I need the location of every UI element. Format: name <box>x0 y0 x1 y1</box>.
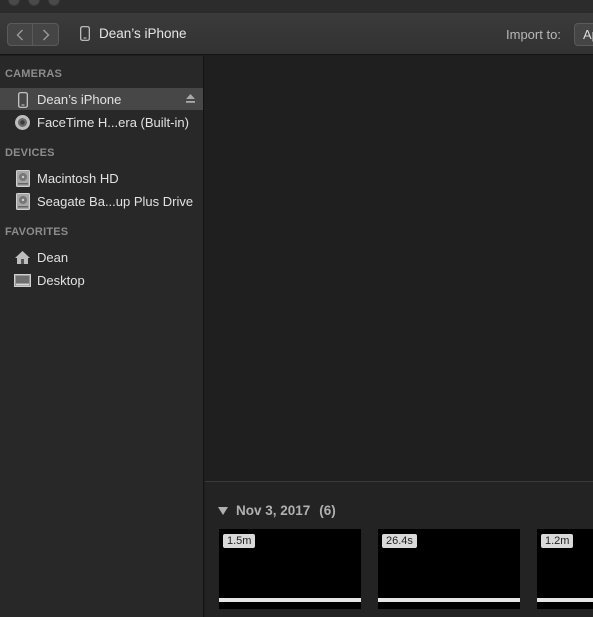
iphone-icon <box>14 91 31 108</box>
chevron-right-icon <box>42 29 49 40</box>
device-title-label: Dean’s iPhone <box>99 26 187 41</box>
date-group-header[interactable]: Nov 3, 2017 (6) <box>218 503 336 518</box>
hard-drive-icon <box>14 170 31 187</box>
section-header-cameras: CAMERAS <box>5 68 63 80</box>
title-bar <box>0 0 593 13</box>
sidebar-item-dean[interactable]: Dean <box>0 246 203 268</box>
sidebar-item-label: Dean’s iPhone <box>37 92 122 107</box>
thumbnail-bar <box>219 598 361 602</box>
desktop-icon <box>14 272 31 289</box>
sidebar-item-label: Desktop <box>37 273 85 288</box>
toolbar: Dean’s iPhone Import to: Applications <box>0 13 593 55</box>
sidebar-item-label: Dean <box>37 250 69 265</box>
camera-icon <box>14 114 31 131</box>
sidebar-item-seagate-drive[interactable]: Seagate Ba...up Plus Drive <box>0 190 203 212</box>
sidebar-item-desktop[interactable]: Desktop <box>0 269 203 291</box>
chevron-left-icon <box>16 29 23 40</box>
sidebar-item-facetime-camera[interactable]: FaceTime H...era (Built-in) <box>0 111 203 133</box>
thumbnail-bar <box>537 598 593 602</box>
navigation-buttons <box>7 23 59 46</box>
thumbnail-bar <box>378 598 520 602</box>
sidebar: CAMERAS Dean’s iPhone FaceTime H...era (… <box>0 56 204 617</box>
media-browser: Nov 3, 2017 (6) 1.5m 26.4s 1.2m <box>205 481 593 617</box>
sidebar-item-macintosh-hd[interactable]: Macintosh HD <box>0 167 203 189</box>
sidebar-item-deans-iphone[interactable]: Dean’s iPhone <box>0 88 203 110</box>
video-thumbnail[interactable]: 1.2m <box>537 529 593 609</box>
eject-icon[interactable] <box>185 93 196 104</box>
home-icon <box>14 249 31 266</box>
sidebar-item-label: FaceTime H...era (Built-in) <box>37 115 189 130</box>
device-title: Dean’s iPhone <box>80 26 187 41</box>
date-group-label: Nov 3, 2017 <box>236 503 311 518</box>
sidebar-item-label: Seagate Ba...up Plus Drive <box>37 194 194 209</box>
disclosure-triangle-icon[interactable] <box>218 506 228 515</box>
duration-badge: 1.2m <box>541 534 574 548</box>
video-thumbnail[interactable]: 1.5m <box>219 529 361 609</box>
import-to-label: Import to: <box>506 27 561 42</box>
duration-badge: 1.5m <box>223 534 256 548</box>
zoom-window-button[interactable] <box>48 0 60 6</box>
sidebar-item-label: Macintosh HD <box>37 171 119 186</box>
back-button[interactable] <box>8 24 34 45</box>
section-header-devices: DEVICES <box>5 147 55 159</box>
preview-area <box>205 56 593 481</box>
close-window-button[interactable] <box>8 0 20 6</box>
minimize-window-button[interactable] <box>28 0 40 6</box>
iphone-icon <box>80 26 90 41</box>
hard-drive-icon <box>14 193 31 210</box>
forward-button[interactable] <box>33 24 58 45</box>
section-header-favorites: FAVORITES <box>5 226 69 238</box>
import-to-select[interactable]: Applications <box>574 23 593 46</box>
image-capture-window: Dean’s iPhone Import to: Applications CA… <box>0 0 593 617</box>
duration-badge: 26.4s <box>382 534 417 548</box>
date-group-count: (6) <box>319 503 336 518</box>
video-thumbnail[interactable]: 26.4s <box>378 529 520 609</box>
